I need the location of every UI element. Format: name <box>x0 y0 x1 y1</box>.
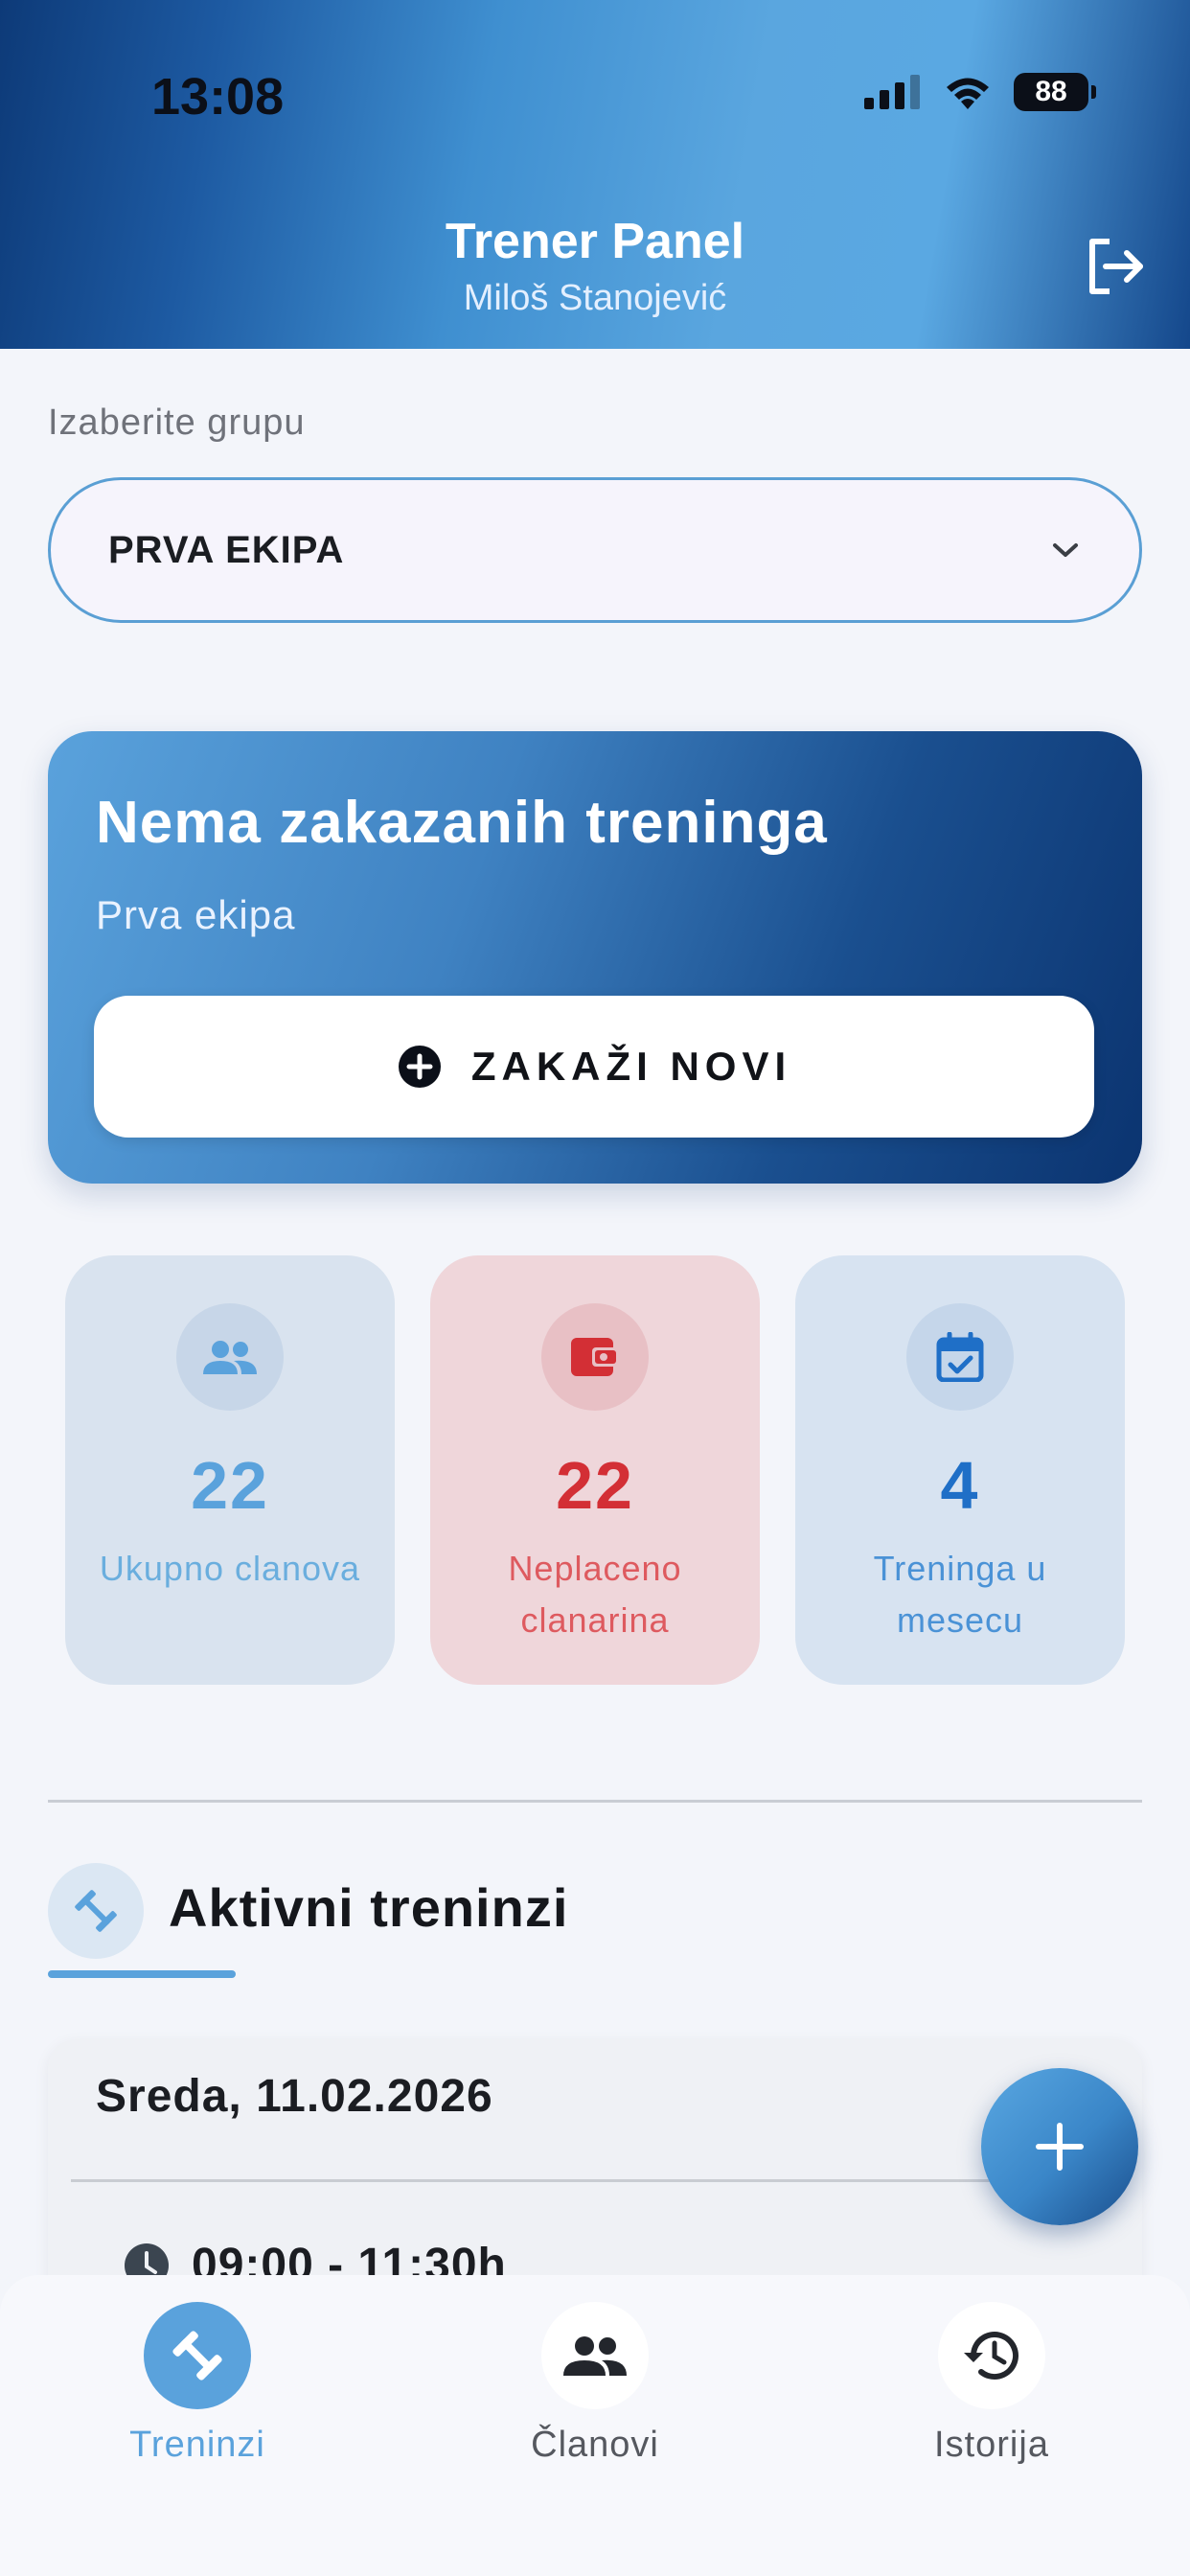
nav-item-clanovi[interactable]: Članovi <box>451 2302 739 2466</box>
schedule-card-title: Nema zakazanih treninga <box>96 790 828 856</box>
schedule-card-group: Prva ekipa <box>96 892 296 937</box>
signal-icon <box>864 75 920 109</box>
training-date: Sreda, 11.02.2026 <box>96 2071 493 2122</box>
stat-card-trainings[interactable]: 4 Treninga u mesecu <box>795 1255 1125 1685</box>
battery-indicator: 88 <box>1014 73 1096 111</box>
schedule-new-button[interactable]: ZAKAŽI NOVI <box>94 996 1094 1138</box>
stat-unpaid-label: Neplaceno clanarina <box>508 1549 682 1640</box>
stat-members-label: Ukupno clanova <box>99 1549 361 1588</box>
plus-icon <box>1036 2123 1084 2171</box>
section-title: Aktivni treninzi <box>169 1877 569 1938</box>
add-circle-icon <box>398 1046 441 1088</box>
section-divider <box>48 1800 1142 1803</box>
schedule-new-label: ZAKAŽI NOVI <box>470 1044 792 1089</box>
stat-card-unpaid[interactable]: 22 Neplaceno clanarina <box>430 1255 760 1685</box>
calendar-check-icon <box>906 1303 1014 1411</box>
dumbbell-icon <box>144 2302 251 2409</box>
nav-label-istorija: Istorija <box>934 2425 1049 2465</box>
training-divider <box>71 2179 1029 2182</box>
status-time: 13:08 <box>151 68 285 126</box>
nav-item-treninzi[interactable]: Treninzi <box>54 2302 341 2466</box>
nav-label-clanovi: Članovi <box>531 2425 659 2465</box>
status-icons: 88 <box>864 73 1096 111</box>
app-header: 13:08 88 Trener Panel Miloš Stanojević <box>0 0 1190 349</box>
stat-card-members[interactable]: 22 Ukupno clanova <box>65 1255 395 1685</box>
history-icon <box>938 2302 1045 2409</box>
dumbbell-icon <box>48 1863 144 1959</box>
logout-icon <box>1089 239 1143 294</box>
group-select[interactable]: PRVA EKIPA <box>48 477 1142 623</box>
wifi-icon <box>947 78 989 109</box>
schedule-card: Nema zakazanih treninga Prva ekipa ZAKAŽ… <box>48 731 1142 1184</box>
bottom-navigation: Treninzi Članovi Istorija <box>0 2275 1190 2576</box>
stat-trainings-label: Treninga u mesecu <box>873 1549 1047 1640</box>
chevron-down-icon <box>1053 543 1078 557</box>
logout-button[interactable] <box>1081 232 1150 301</box>
group-select-value: PRVA EKIPA <box>108 528 345 571</box>
wallet-icon <box>541 1303 649 1411</box>
stat-members-value: 22 <box>191 1448 269 1523</box>
nav-label-treninzi: Treninzi <box>129 2425 265 2465</box>
stat-unpaid-value: 22 <box>556 1448 634 1523</box>
group-select-label: Izaberite grupu <box>48 402 306 443</box>
page-title: Trener Panel <box>445 214 745 269</box>
people-icon <box>541 2302 649 2409</box>
section-underline <box>48 1970 236 1978</box>
add-training-fab[interactable] <box>981 2068 1138 2225</box>
nav-item-istorija[interactable]: Istorija <box>848 2302 1135 2466</box>
stat-trainings-value: 4 <box>940 1448 980 1523</box>
people-icon <box>176 1303 284 1411</box>
user-name: Miloš Stanojević <box>463 278 727 318</box>
